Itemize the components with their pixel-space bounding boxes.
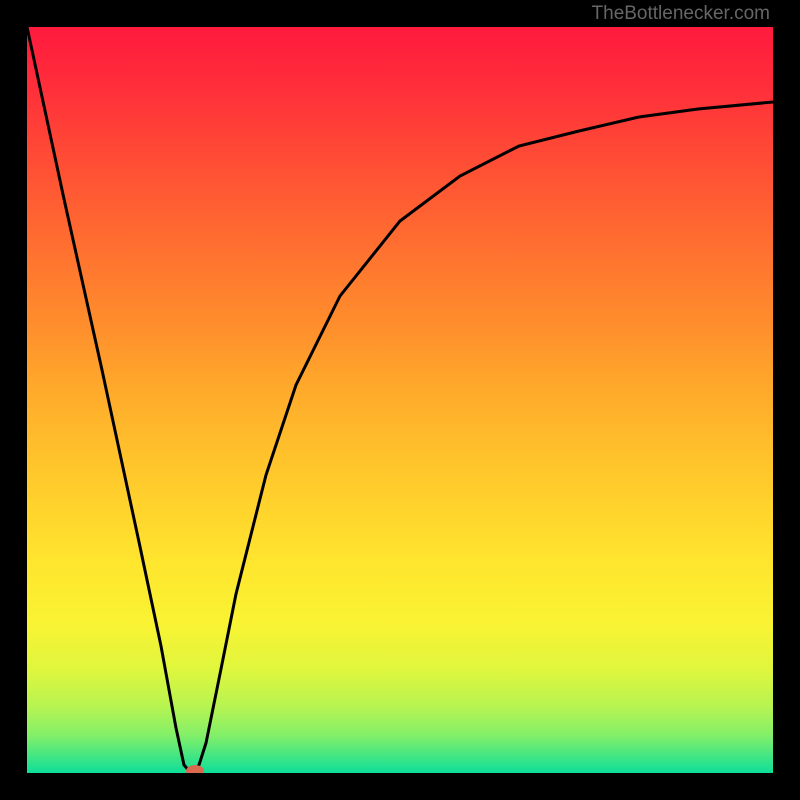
chart-border-bottom <box>0 773 800 800</box>
attribution-text: TheBottlenecker.com <box>592 3 770 25</box>
optimal-point-marker <box>186 765 204 773</box>
chart-container: TheBottlenecker.com <box>0 0 800 800</box>
chart-border-right <box>773 0 800 800</box>
bottleneck-curve-line <box>27 27 773 773</box>
curve-plot <box>27 27 773 773</box>
chart-border-left <box>0 0 27 800</box>
